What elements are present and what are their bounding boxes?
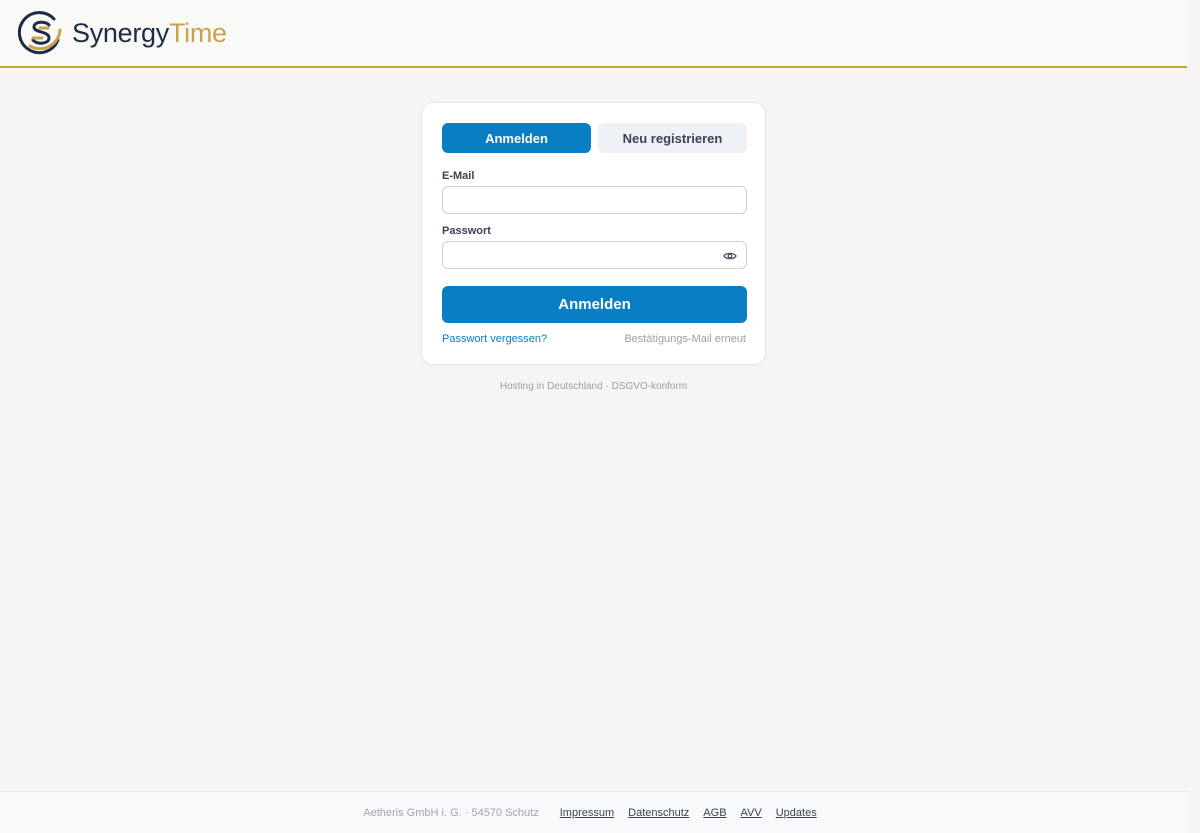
synergytime-logo-icon xyxy=(18,10,64,56)
tab-login[interactable]: Anmelden xyxy=(442,123,591,153)
email-field[interactable] xyxy=(442,186,747,214)
top-header: SynergyTime xyxy=(0,0,1187,68)
password-label: Passwort xyxy=(442,225,491,237)
page-footer: Aetheris GmbH i. G. · 54570 Schutz Impre… xyxy=(0,791,1187,833)
brand-name-part2: Time xyxy=(168,18,227,48)
footer-link-impressum[interactable]: Impressum xyxy=(560,807,614,819)
footer-link-agb[interactable]: AGB xyxy=(703,807,726,819)
brand-name: SynergyTime xyxy=(72,10,227,56)
brand-name-part1: Synergy xyxy=(72,18,169,48)
eye-icon[interactable] xyxy=(722,249,738,263)
login-submit-button[interactable]: Anmelden xyxy=(442,286,747,323)
password-field[interactable] xyxy=(442,241,747,269)
footer-company: Aetheris GmbH i. G. · 54570 Schutz xyxy=(363,806,539,819)
resend-confirmation-link[interactable]: Bestätigungs-Mail erneut xyxy=(624,333,746,345)
hosting-note: Hosting in Deutschland · DSGVO-konform xyxy=(499,381,688,392)
footer-link-updates[interactable]: Updates xyxy=(776,807,817,819)
forgot-password-link[interactable]: Passwort vergessen? xyxy=(442,333,547,345)
footer-link-avv[interactable]: AVV xyxy=(741,807,762,819)
login-card: Anmelden Neu registrieren E-Mail Passwor… xyxy=(421,102,766,365)
footer-link-datenschutz[interactable]: Datenschutz xyxy=(628,807,689,819)
email-label: E-Mail xyxy=(442,170,475,182)
tab-register[interactable]: Neu registrieren xyxy=(598,123,747,153)
brand-logo[interactable]: SynergyTime xyxy=(18,10,227,56)
scrollbar-track xyxy=(1187,0,1200,833)
